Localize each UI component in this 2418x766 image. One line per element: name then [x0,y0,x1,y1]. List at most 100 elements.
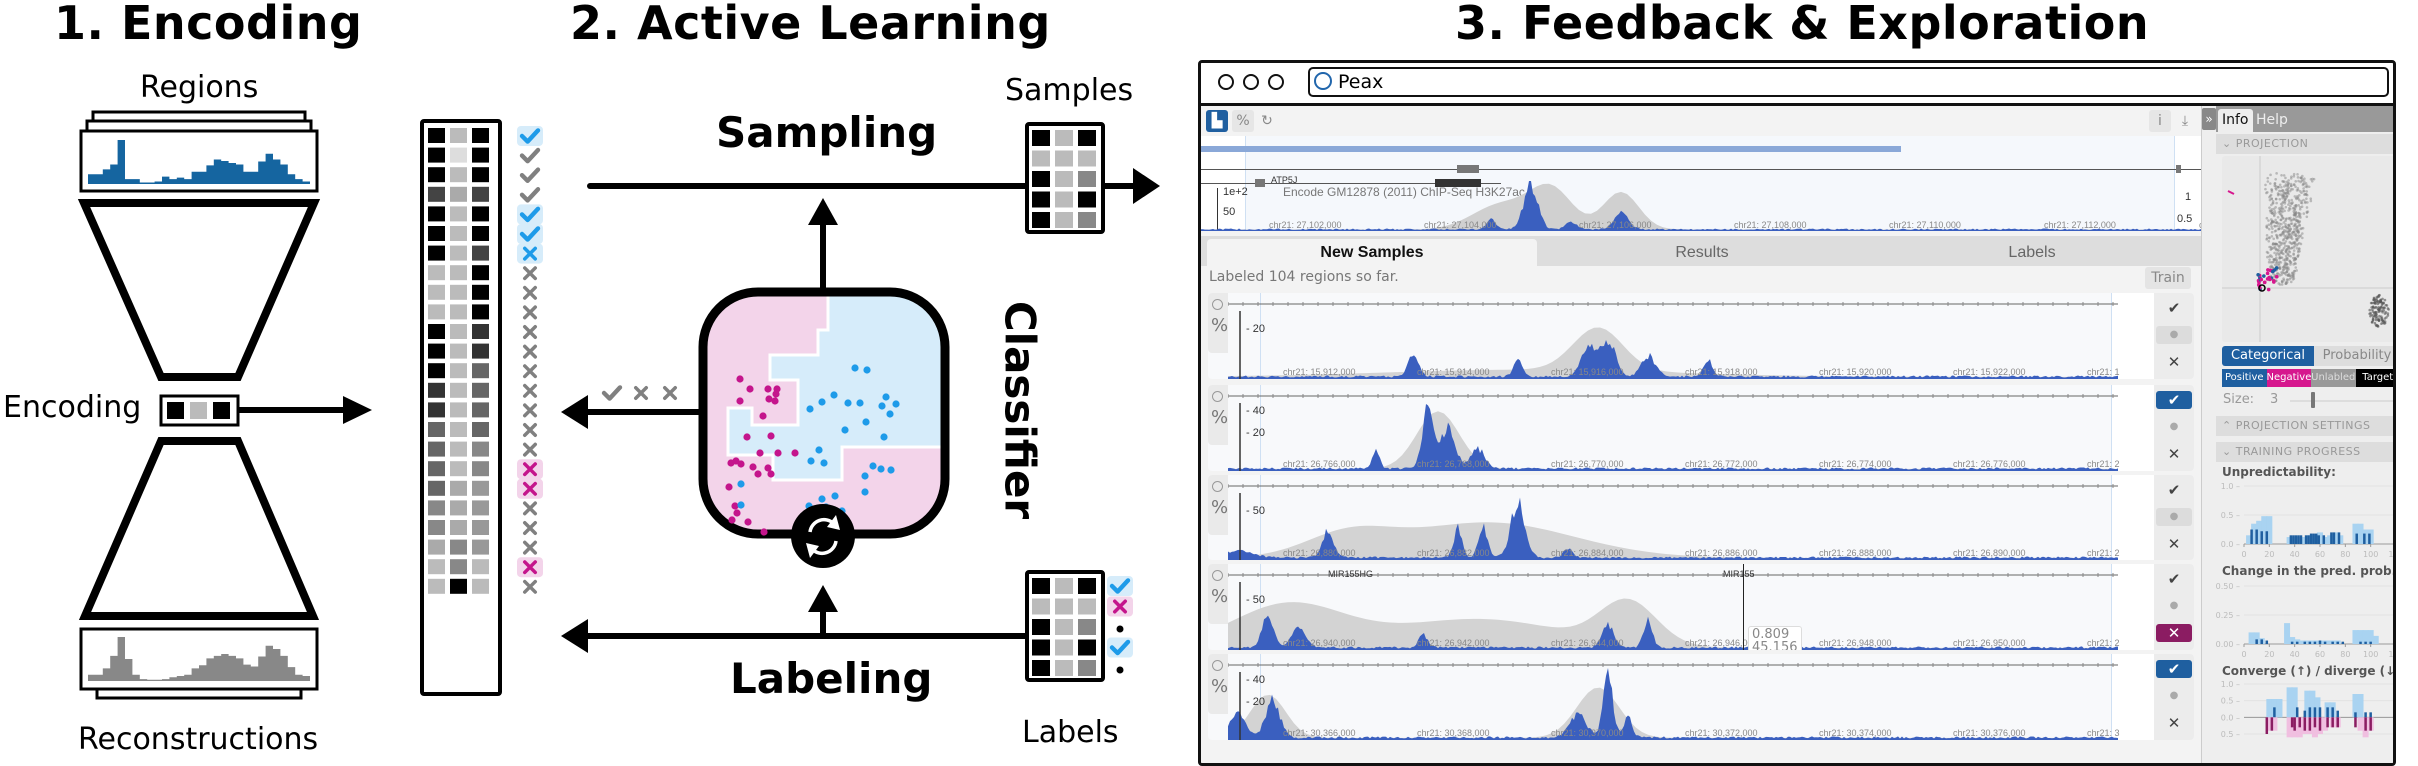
training-progress-header[interactable]: ⌄ TRAINING PROGRESS [2216,442,2393,462]
label-negative-button[interactable]: ✕ [2156,353,2192,371]
dataset-cell [450,343,467,359]
legend-target[interactable]: Target [2355,369,2393,387]
label-positive-button[interactable]: ✔ [2156,299,2192,317]
y-tick-label: 0.5 – [2221,511,2240,520]
projection-section-header[interactable]: ⌄ PROJECTION [2216,134,2393,154]
unlabeled-point [2271,243,2275,246]
unlabeled-point [2272,237,2275,241]
coord-label: chr21: 26,948,000 [1819,638,1892,648]
tab-results[interactable]: Results [1537,239,1867,266]
color-mode-categorical[interactable]: Categorical [2222,346,2314,366]
download-button[interactable]: ⤓ [2174,110,2196,132]
negative-point [2266,287,2271,292]
close-icon: ✕ [2167,535,2181,553]
dataset-cell [428,245,445,261]
normalize-sample-button[interactable]: % [1211,676,1228,697]
normalize-sample-button[interactable]: % [1211,497,1228,518]
refresh-button[interactable]: ↻ [1256,110,1278,132]
legend-unlabled[interactable]: Unlabled [2311,369,2356,387]
window-maximize-button[interactable] [1268,74,1284,90]
normalize-sample-button[interactable]: % [1211,315,1228,336]
top-genome-browser[interactable]: ATP5J Encode GM12878 (2011) ChIP-Seq H3K… [1201,136,2232,231]
label-unlabeled-button[interactable]: ● [2156,687,2192,705]
unlabeled-point [2301,226,2305,230]
unlabeled-point [2265,224,2269,228]
unlabeled-point [2293,269,2296,273]
bar-dark [2304,535,2308,544]
unlabeled-point [2282,252,2285,256]
size-slider-track[interactable] [2290,400,2393,402]
size-slider-thumb[interactable] [2310,392,2315,408]
negative-point [2265,271,2270,276]
unlabeled-point [2370,321,2374,324]
sidebar-tab-help[interactable]: Help [2252,109,2292,132]
label-positive-button[interactable]: ✔ [2156,481,2192,499]
unlabeled-point [2281,195,2284,198]
label-unlabeled-button[interactable]: ● [2156,326,2192,344]
label-negative-button[interactable]: ✕ [2156,535,2192,553]
unlabeled-point [2274,177,2277,181]
overview-toggle-button[interactable]: ▙ [1206,110,1228,132]
gene-label: MIR155HG [1328,569,1374,579]
projection-settings-header[interactable]: ⌃ PROJECTION SETTINGS [2216,416,2393,436]
label-unlabeled-button[interactable]: ● [2156,418,2192,436]
tab-new-samples[interactable]: New Samples [1207,239,1537,266]
bar-dark [2295,641,2299,644]
dataset-cell [472,324,489,339]
label-positive-button[interactable]: ✔ [2156,570,2192,588]
unlabeled-point [2280,273,2284,276]
dataset-cell [450,128,467,143]
sample-cell [1078,191,1096,208]
unlabeled-point [2288,207,2292,211]
sidebar-tab-info[interactable]: Info [2218,109,2253,132]
label-positive-button[interactable]: ✔ [2156,660,2192,678]
bar-dark [2337,532,2341,544]
select-sample-radio[interactable] [1212,660,1223,671]
color-mode-probability[interactable]: Probability [2314,346,2393,366]
unlabeled-point [2375,297,2378,300]
train-button[interactable]: Train [2145,267,2191,289]
unlabeled-point [2264,183,2267,187]
unlabeled-point [2380,316,2384,320]
label-negative-button[interactable]: ✕ [2156,445,2192,463]
projection-scatterplot[interactable] [2222,156,2393,342]
label-controls: ✔ ● ✕ [2154,654,2194,740]
dataset-cell [428,324,445,339]
label-positive-button[interactable]: ✔ [2156,391,2192,409]
positive-point [831,492,839,500]
select-sample-radio[interactable] [1212,481,1223,492]
label-unlabeled-button[interactable]: ● [2156,508,2192,526]
unlabeled-point [2302,212,2306,215]
select-sample-radio[interactable] [1212,391,1223,402]
bar-dark [2265,717,2269,734]
coord-label: chr21: 30,370,000 [1551,728,1624,738]
select-sample-radio[interactable] [1212,299,1223,310]
collapse-sidebar-button[interactable]: » [2202,108,2216,130]
window-close-button[interactable] [1218,74,1234,90]
label-negative-button[interactable]: ✕ [2156,714,2192,732]
legend-negative[interactable]: Negative [2266,369,2311,387]
unlabeled-point [2306,210,2310,213]
normalize-sample-button[interactable]: % [1211,586,1228,607]
address-bar[interactable]: Peax [1308,67,2389,97]
tab-labels[interactable]: Labels [1867,239,2197,266]
projection-settings-label: PROJECTION SETTINGS [2235,419,2371,432]
label-unlabeled-button[interactable]: ● [2156,597,2192,615]
legend-positive[interactable]: Positive [2222,369,2267,387]
sample-cell [1078,171,1096,187]
normalize-button[interactable]: % [1232,110,1254,132]
select-sample-radio[interactable] [1212,570,1223,581]
sidebar-tabs: Info Help [2216,106,2393,132]
unlabeled-point [2285,196,2288,199]
dataset-cell [450,578,467,594]
dataset-cell [428,128,445,143]
decoder-funnel [78,437,320,620]
negative-point [2274,274,2279,279]
info-button[interactable]: i [2149,110,2171,132]
unlabeled-point [2282,237,2286,241]
normalize-sample-button[interactable]: % [1211,407,1228,428]
unlabeled-point [2292,175,2296,178]
window-minimize-button[interactable] [1243,74,1259,90]
label-negative-button[interactable]: ✕ [2156,624,2192,642]
browser-window: Peax ▙ % ↻ i ⤓ ATP5J Encode GM12878 (201… [1198,60,2396,766]
